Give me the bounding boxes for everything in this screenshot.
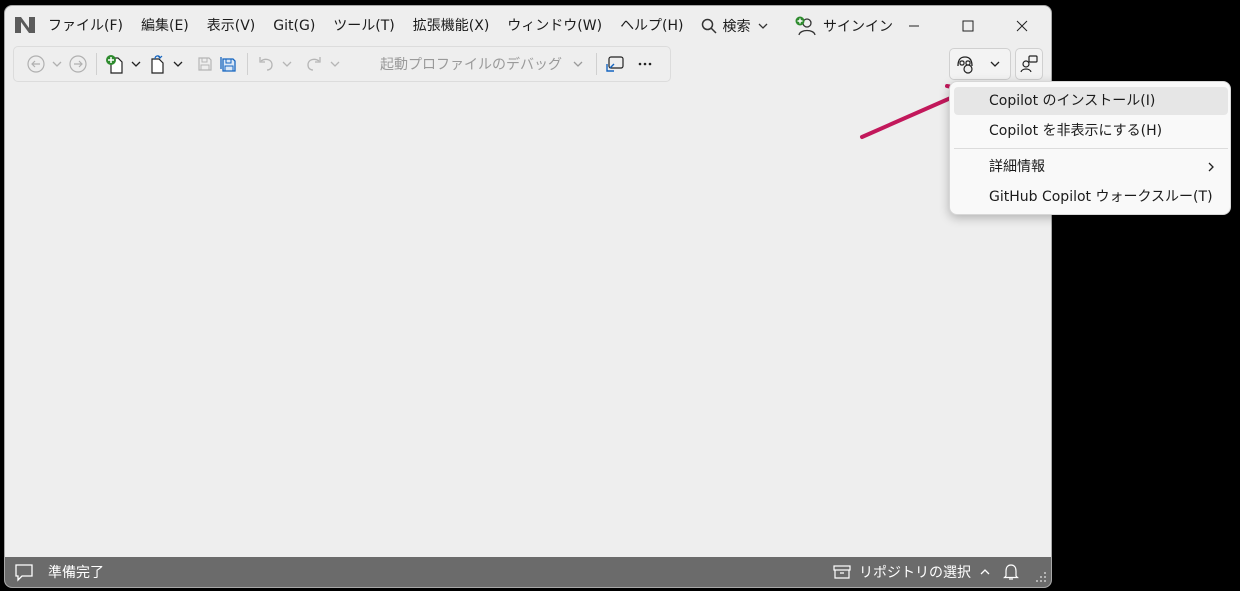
resize-grip-icon[interactable] (1035, 571, 1047, 583)
search-button[interactable]: 検索 (693, 6, 777, 46)
status-bar: 準備完了 リポジトリの選択 (5, 557, 1051, 587)
menu-help[interactable]: ヘルプ(H) (611, 6, 692, 46)
undo-button[interactable] (254, 52, 278, 76)
startup-profile-label: 起動プロファイルのデバッグ (380, 57, 562, 73)
undo-dropdown[interactable] (278, 52, 296, 76)
title-bar: ファイル(F) 編集(E) 表示(V) Git(G) ツール(T) 拡張機能(X… (5, 6, 1051, 46)
chevron-right-icon (1208, 162, 1214, 172)
save-all-button[interactable] (217, 52, 241, 76)
more-button[interactable] (633, 52, 657, 76)
chevron-up-icon (980, 569, 990, 575)
redo-dropdown[interactable] (326, 52, 344, 76)
chevron-down-icon (573, 61, 583, 67)
live-share-button[interactable] (603, 52, 627, 76)
copilot-button-group (949, 48, 1011, 80)
feedback-button-group (1015, 48, 1043, 80)
menu-item-copilot-walkthrough[interactable]: GitHub Copilot ウォークスルー(T) (954, 183, 1228, 211)
navigate-forward-button[interactable] (66, 52, 90, 76)
menu-extensions[interactable]: 拡張機能(X) (404, 6, 499, 46)
toolbar-divider (596, 53, 597, 75)
save-button[interactable] (193, 52, 217, 76)
toolbar-divider (247, 53, 248, 75)
repository-icon (833, 565, 851, 579)
back-arrow-icon (27, 55, 45, 73)
save-all-icon (220, 57, 236, 72)
copilot-dropdown-menu: Copilot のインストール(I) Copilot を非表示にする(H) 詳細… (949, 81, 1231, 215)
navigate-back-button[interactable] (24, 52, 48, 76)
open-file-button[interactable] (145, 52, 169, 76)
maximize-button[interactable] (945, 6, 991, 46)
chevron-down-icon (990, 61, 1000, 67)
visual-studio-logo-icon (15, 17, 35, 33)
toolbar-divider (96, 53, 97, 75)
editor-area (5, 84, 1051, 559)
menu-tools[interactable]: ツール(T) (324, 6, 403, 46)
select-repository-button[interactable]: リポジトリの選択 (833, 557, 991, 587)
redo-button[interactable] (302, 52, 326, 76)
menu-edit[interactable]: 編集(E) (132, 6, 198, 46)
live-share-icon (606, 56, 624, 72)
open-file-icon (151, 55, 164, 74)
copilot-dropdown-button[interactable] (980, 49, 1010, 79)
menu-view[interactable]: 表示(V) (198, 6, 265, 46)
menu-item-more-info[interactable]: 詳細情報 (954, 153, 1228, 181)
new-item-button[interactable] (103, 52, 127, 76)
feedback-person-icon (1020, 55, 1038, 73)
navigate-back-dropdown[interactable] (48, 52, 66, 76)
menu-bar: ファイル(F) 編集(E) 表示(V) Git(G) ツール(T) 拡張機能(X… (39, 6, 777, 46)
maximize-icon (962, 20, 974, 32)
menu-item-hide-copilot[interactable]: Copilot を非表示にする(H) (954, 117, 1228, 145)
menu-item-install-copilot[interactable]: Copilot のインストール(I) (954, 87, 1228, 115)
new-file-icon (106, 55, 123, 74)
search-label: 検索 (722, 19, 751, 35)
minimize-button[interactable] (891, 6, 937, 46)
notification-bell-icon[interactable] (1002, 563, 1020, 581)
output-message-icon[interactable] (14, 562, 34, 582)
chevron-down-icon (173, 61, 183, 67)
menu-separator (954, 148, 1228, 149)
menu-window[interactable]: ウィンドウ(W) (498, 6, 611, 46)
new-item-dropdown[interactable] (127, 52, 145, 76)
signin-button[interactable]: サインイン (795, 6, 893, 46)
search-icon (701, 18, 717, 34)
menu-git[interactable]: Git(G) (264, 6, 324, 46)
chevron-down-icon (758, 23, 767, 29)
repository-label: リポジトリの選択 (859, 565, 971, 581)
add-account-icon (795, 16, 816, 36)
forward-arrow-icon (69, 55, 87, 73)
feedback-button[interactable] (1016, 49, 1042, 79)
save-icon (198, 57, 212, 71)
ready-status: 準備完了 (48, 565, 104, 581)
redo-icon (307, 57, 321, 71)
copilot-button[interactable] (950, 49, 980, 79)
menu-file[interactable]: ファイル(F) (39, 6, 132, 46)
minimize-icon (909, 25, 919, 27)
close-icon (1016, 20, 1028, 32)
chevron-down-icon (282, 61, 292, 67)
more-icon (638, 62, 652, 66)
copilot-icon (957, 56, 973, 74)
startup-profile-dropdown[interactable]: 起動プロファイルのデバッグ (380, 54, 584, 74)
open-file-dropdown[interactable] (169, 52, 187, 76)
main-toolbar: 起動プロファイルのデバッグ (13, 46, 671, 82)
close-button[interactable] (999, 6, 1045, 46)
signin-label: サインイン (823, 19, 893, 35)
menu-item-more-info-label: 詳細情報 (989, 159, 1045, 175)
chevron-down-icon (330, 61, 340, 67)
undo-icon (259, 57, 273, 71)
chevron-down-icon (52, 61, 62, 67)
chevron-down-icon (131, 61, 141, 67)
